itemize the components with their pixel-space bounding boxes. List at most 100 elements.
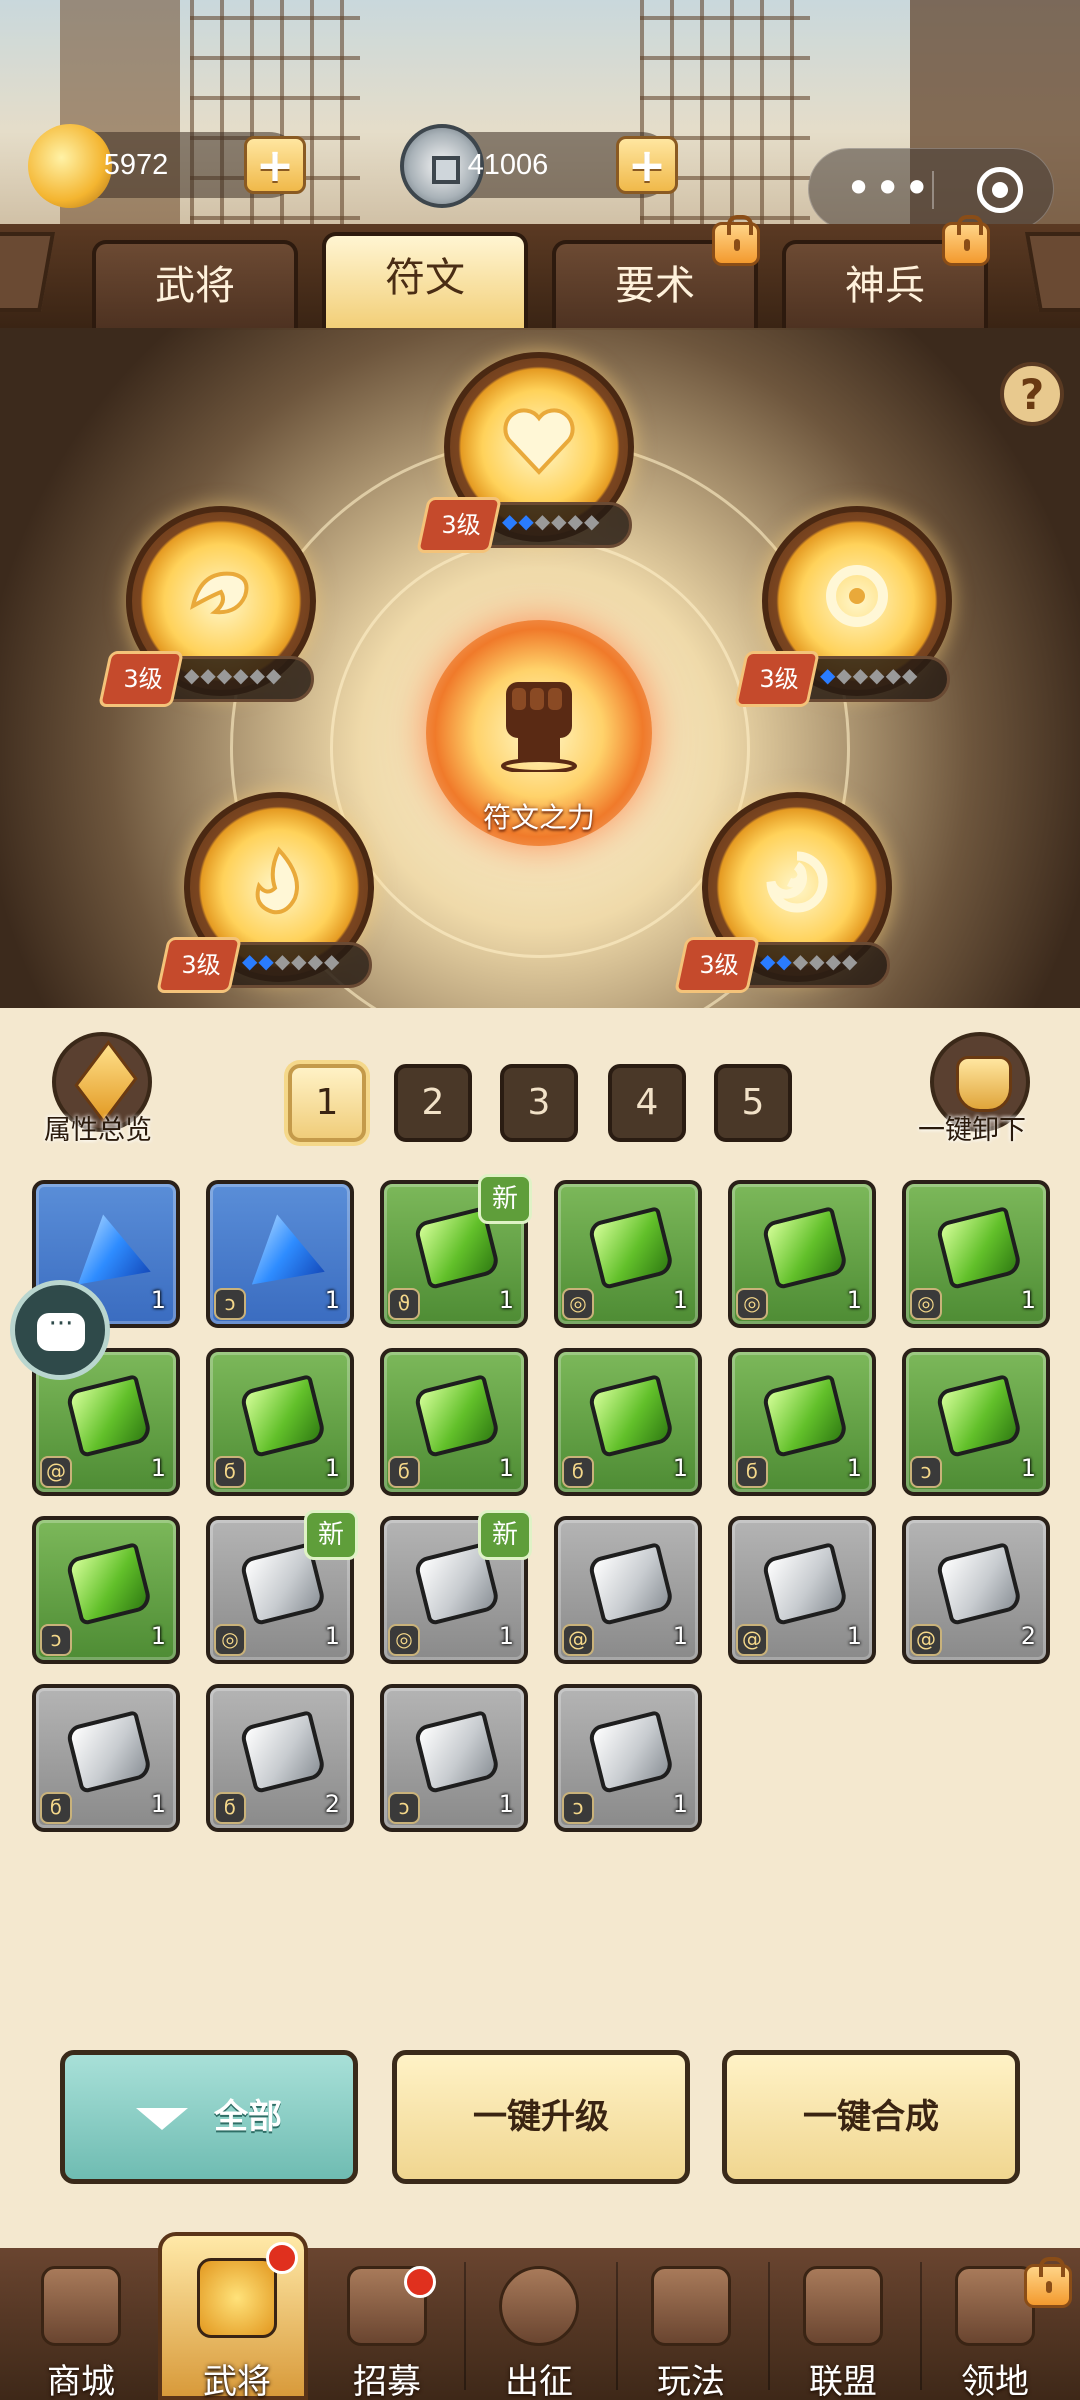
gold-amount: 5972 <box>103 149 169 181</box>
close-miniprogram-icon[interactable] <box>977 167 1023 213</box>
gem-empty-icon: ◆ <box>184 663 201 687</box>
rune-power-center[interactable]: 符文之力 <box>406 600 672 866</box>
item-count: 1 <box>150 1790 166 1818</box>
rune-level: 3级 <box>181 951 221 979</box>
rune-slot-upper-right[interactable]: 3级 ◆◆◆◆◆◆ <box>734 506 952 726</box>
gem-empty-icon: ◆ <box>836 663 853 687</box>
gem-empty-icon: ◆ <box>869 663 886 687</box>
nav-recruit-label: 招募 <box>353 2362 421 2400</box>
tab-runes[interactable]: 符文 <box>322 232 528 328</box>
rune-item-green[interactable]: ϭ1 <box>380 1348 528 1496</box>
attribute-overview-label: 属性总览 <box>44 1115 152 1146</box>
pavilion-icon <box>651 2266 731 2346</box>
capsule-divider <box>932 171 934 209</box>
rune-item-gray[interactable]: ↄ1 <box>380 1684 528 1832</box>
rune-slot-top[interactable]: 3级 ◆◆◆◆◆◆ <box>416 352 634 572</box>
rune-item-green[interactable]: ϭ1 <box>728 1348 876 1496</box>
rune-stone-icon <box>760 1206 850 1290</box>
add-coins-button[interactable]: + <box>616 136 678 194</box>
rune-stone-icon <box>238 1374 328 1458</box>
helmet-icon <box>197 2258 277 2338</box>
gem-progress: ◆◆◆◆◆◆ <box>242 949 340 973</box>
rune-item-green[interactable]: ϑ 1 新 <box>380 1174 532 1328</box>
rune-item-green[interactable]: ↄ1 <box>902 1348 1050 1496</box>
lock-icon <box>1024 2257 1072 2308</box>
rune-slot-lower-right[interactable]: 3级 ◆◆◆◆◆◆ <box>674 792 892 1012</box>
rune-item-gray[interactable]: @1 <box>728 1516 876 1664</box>
rune-stone-icon <box>760 1374 850 1458</box>
gem-empty-icon: ◆ <box>200 663 217 687</box>
new-badge: 新 <box>478 1510 532 1560</box>
help-icon[interactable]: ? <box>1000 362 1064 426</box>
rune-stone-icon <box>64 1542 154 1626</box>
rune-item-blue[interactable]: ↄ1 <box>206 1180 354 1328</box>
rune-stone-icon <box>934 1206 1024 1290</box>
gem-empty-icon: ◆ <box>567 509 584 533</box>
item-count: 2 <box>1020 1622 1036 1650</box>
rune-item-green[interactable]: ◎ 1 <box>554 1180 702 1328</box>
rune-power-label: 符文之力 <box>482 801 595 834</box>
wind-icon <box>766 851 828 913</box>
page-button-1[interactable]: 1 <box>288 1064 366 1142</box>
page-button-2[interactable]: 2 <box>394 1064 472 1142</box>
gem-empty-icon: ◆ <box>216 663 234 687</box>
rune-type-icon: ϭ <box>562 1456 594 1488</box>
nav-recruit[interactable]: 招募 <box>312 2252 462 2400</box>
nav-campaign[interactable]: 出征 <box>464 2252 614 2400</box>
chat-button[interactable]: ··· <box>10 1280 110 1380</box>
rune-stone-icon <box>412 1374 502 1458</box>
rune-item-gray[interactable]: ϭ1 <box>32 1684 180 1832</box>
page-button-3[interactable]: 3 <box>500 1064 578 1142</box>
rune-item-green[interactable]: ◎ 1 <box>902 1180 1050 1328</box>
page-button-5[interactable]: 5 <box>714 1064 792 1142</box>
filter-all-button[interactable]: 全部 <box>60 2050 358 2184</box>
item-count: 1 <box>498 1286 514 1314</box>
rune-item-gray[interactable]: ◎ 1 新 <box>380 1510 532 1664</box>
upgrade-all-button[interactable]: 一键升级 <box>392 2050 690 2184</box>
page-button-4[interactable]: 4 <box>608 1064 686 1142</box>
nav-shop[interactable]: 商城 <box>6 2252 156 2400</box>
gem-empty-icon: ◆ <box>233 663 250 687</box>
rune-type-icon: ϭ <box>214 1792 246 1824</box>
add-gold-button[interactable]: + <box>244 136 306 194</box>
notification-dot <box>404 2266 436 2298</box>
rune-item-gray[interactable]: @1 <box>554 1516 702 1664</box>
tab-generals[interactable]: 武将 <box>92 240 298 328</box>
rune-item-gray[interactable]: ◎ 1 新 <box>206 1510 358 1664</box>
nav-territory[interactable]: 领地 <box>920 2252 1072 2400</box>
nav-alliance-label: 联盟 <box>809 2362 877 2400</box>
rune-type-icon: ↄ <box>40 1624 72 1656</box>
rune-item-gray[interactable]: ↄ1 <box>554 1684 702 1832</box>
rune-type-icon: ◎ <box>562 1288 594 1320</box>
banner-icon <box>803 2266 883 2346</box>
rune-stone-icon <box>64 1710 154 1794</box>
item-count: 1 <box>498 1790 514 1818</box>
item-count: 1 <box>498 1622 514 1650</box>
plus-icon: + <box>255 138 295 192</box>
nav-gameplay[interactable]: 玩法 <box>616 2252 766 2400</box>
merge-all-button[interactable]: 一键合成 <box>722 2050 1020 2184</box>
map-pin-icon <box>955 2266 1035 2346</box>
gem-filled-icon: ◆ <box>518 509 535 533</box>
rune-item-gray[interactable]: ϭ2 <box>206 1684 354 1832</box>
gem-progress: ◆◆◆◆◆◆ <box>184 663 282 687</box>
gem-empty-icon: ◆ <box>265 663 283 687</box>
gem-progress: ◆◆◆◆◆◆ <box>760 949 858 973</box>
rune-stone-icon <box>934 1374 1024 1458</box>
rune-slot-upper-left[interactable]: 3级 ◆◆◆◆◆◆ <box>98 506 316 726</box>
rune-item-green[interactable]: ◎ 1 <box>728 1180 876 1328</box>
gem-empty-icon: ◆ <box>825 949 842 973</box>
rune-stone-icon <box>760 1542 850 1626</box>
nav-generals[interactable]: 武将 <box>158 2232 308 2400</box>
rune-item-green[interactable]: ϭ1 <box>206 1348 354 1496</box>
coin-bar: 41006 + <box>400 124 678 208</box>
more-menu-icon[interactable]: ••• <box>845 149 932 227</box>
nav-alliance[interactable]: 联盟 <box>768 2252 918 2400</box>
rune-item-green[interactable]: ϭ1 <box>554 1348 702 1496</box>
rune-item-green[interactable]: ↄ1 <box>32 1516 180 1664</box>
gem-empty-icon: ◆ <box>307 949 324 973</box>
rune-slot-lower-left[interactable]: 3级 ◆◆◆◆◆◆ <box>156 792 374 1012</box>
gem-progress: ◆◆◆◆◆◆ <box>820 663 918 687</box>
item-count: 1 <box>150 1622 166 1650</box>
rune-item-gray[interactable]: @2 <box>902 1516 1050 1664</box>
